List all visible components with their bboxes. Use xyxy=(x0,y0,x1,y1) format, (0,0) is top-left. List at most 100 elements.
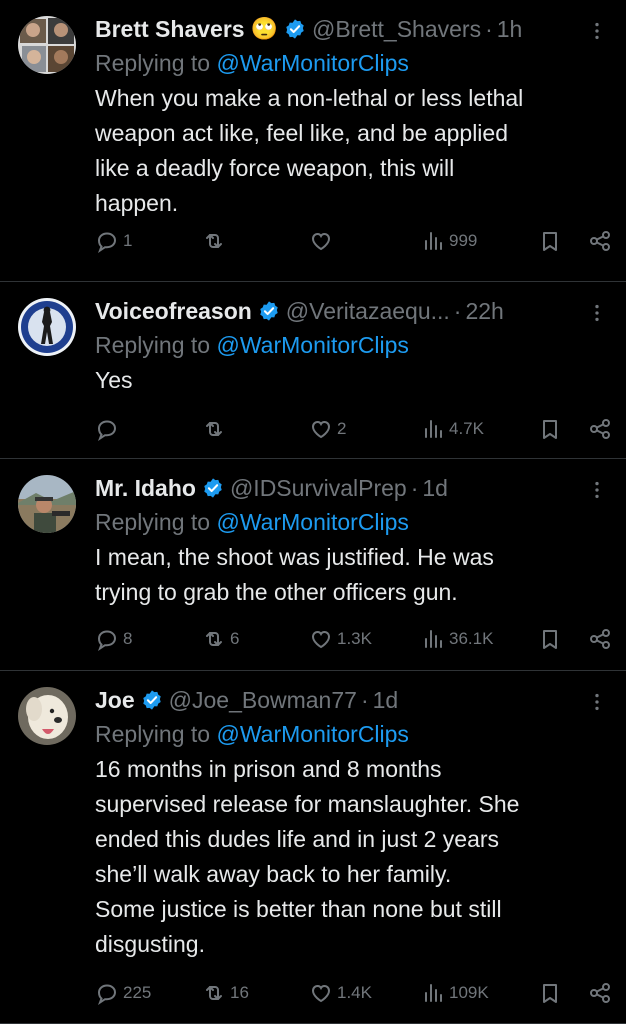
emoji: 🙄 xyxy=(250,16,278,41)
tweet-text: I mean, the shoot was justified. He was … xyxy=(95,544,494,605)
replying-to-label: Replying to xyxy=(95,509,217,535)
like-button[interactable]: 2 xyxy=(309,417,404,441)
bookmark-icon[interactable] xyxy=(538,627,562,651)
separator-dot: · xyxy=(360,686,369,713)
retweet-button[interactable]: 6 xyxy=(202,627,292,651)
display-name[interactable]: Mr. Idaho xyxy=(95,475,196,502)
more-icon[interactable] xyxy=(586,20,608,42)
user-handle[interactable]: @Brett_Shavers xyxy=(312,16,481,43)
reply-button[interactable]: 8 xyxy=(95,627,185,651)
bookmark-icon[interactable] xyxy=(538,229,562,253)
display-name[interactable]: Joe xyxy=(95,687,135,714)
more-icon[interactable] xyxy=(586,302,608,324)
like-count: 1.4K xyxy=(337,983,372,1002)
views-icon xyxy=(421,627,445,651)
avatar[interactable] xyxy=(18,475,76,533)
share-icon[interactable] xyxy=(588,981,612,1005)
reply-button[interactable] xyxy=(95,417,185,441)
views-icon xyxy=(421,229,445,253)
replying-to: Replying to @WarMonitorClips xyxy=(95,505,608,539)
reply-button[interactable]: 225 xyxy=(95,981,185,1005)
tweet-header: Voiceofreason @Veritazaequ... · 22h xyxy=(95,294,608,328)
reply-icon xyxy=(95,627,119,651)
share-icon[interactable] xyxy=(588,229,612,253)
views-count: 36.1K xyxy=(449,629,494,648)
bookmark-icon[interactable] xyxy=(538,417,562,441)
verified-badge-icon xyxy=(258,300,280,322)
like-icon xyxy=(309,417,333,441)
retweet-button[interactable] xyxy=(202,417,292,441)
views-count: 999 xyxy=(449,231,478,250)
display-name[interactable]: Voiceofreason xyxy=(95,298,252,325)
share-icon[interactable] xyxy=(588,417,612,441)
like-icon xyxy=(309,981,333,1005)
more-icon[interactable] xyxy=(586,479,608,501)
replying-to-link[interactable]: @WarMonitorClips xyxy=(216,509,408,535)
like-count: 2 xyxy=(337,419,347,438)
tweet-end-actions xyxy=(538,417,612,441)
views-button[interactable]: 999 xyxy=(421,229,521,253)
like-button[interactable] xyxy=(309,229,404,253)
user-handle[interactable]: @IDSurvivalPrep xyxy=(230,475,407,502)
tweet-header: Brett Shavers 🙄 @Brett_Shavers · 1h xyxy=(95,12,608,46)
reply-count: 8 xyxy=(123,629,133,648)
retweet-icon xyxy=(202,981,226,1005)
retweet-button[interactable] xyxy=(202,229,292,253)
user-handle[interactable]: @Joe_Bowman77 xyxy=(169,687,357,714)
replying-to-link[interactable]: @WarMonitorClips xyxy=(216,50,408,76)
retweet-icon xyxy=(202,417,226,441)
tweet-end-actions xyxy=(538,981,612,1005)
like-button[interactable]: 1.3K xyxy=(309,627,404,651)
reply-count: 1 xyxy=(123,231,133,250)
tweet-header: Mr. Idaho @IDSurvivalPrep · 1d xyxy=(95,471,608,505)
replying-to-link[interactable]: @WarMonitorClips xyxy=(216,721,408,747)
views-icon xyxy=(421,417,445,441)
reply-count: 225 xyxy=(123,983,152,1002)
tweet-header: Joe @Joe_Bowman77 · 1d xyxy=(95,683,608,717)
avatar[interactable] xyxy=(18,16,76,74)
avatar[interactable] xyxy=(18,687,76,745)
tweet-reply[interactable]: Brett Shavers 🙄 @Brett_Shavers · 1h Repl… xyxy=(0,0,626,282)
bookmark-icon[interactable] xyxy=(538,981,562,1005)
tweet-end-actions xyxy=(538,627,612,651)
timestamp[interactable]: 1h xyxy=(497,16,523,43)
tweet-reply[interactable]: Joe @Joe_Bowman77 · 1d Replying to @WarM… xyxy=(0,671,626,1024)
views-button[interactable]: 109K xyxy=(421,981,521,1005)
tweet-content: Joe @Joe_Bowman77 · 1d Replying to @WarM… xyxy=(95,683,608,962)
replying-to-label: Replying to xyxy=(95,332,217,358)
tweet-reply[interactable]: Voiceofreason @Veritazaequ... · 22h Repl… xyxy=(0,282,626,459)
like-button[interactable]: 1.4K xyxy=(309,981,404,1005)
timestamp[interactable]: 1d xyxy=(373,687,399,714)
timestamp[interactable]: 22h xyxy=(465,298,503,325)
replying-to: Replying to @WarMonitorClips xyxy=(95,328,608,362)
tweet-content: Voiceofreason @Veritazaequ... · 22h Repl… xyxy=(95,294,608,398)
reply-button[interactable]: 1 xyxy=(95,229,185,253)
display-name[interactable]: Brett Shavers xyxy=(95,16,245,43)
retweet-count: 16 xyxy=(230,983,249,1002)
verified-badge-icon xyxy=(141,689,163,711)
views-button[interactable]: 4.7K xyxy=(421,417,521,441)
separator-dot: · xyxy=(453,297,462,324)
replying-to-label: Replying to xyxy=(95,50,217,76)
separator-dot: · xyxy=(485,15,493,42)
user-handle[interactable]: @Veritazaequ... xyxy=(286,298,450,325)
like-count: 1.3K xyxy=(337,629,372,648)
retweet-count: 6 xyxy=(230,629,240,648)
more-icon[interactable] xyxy=(586,691,608,713)
timestamp[interactable]: 1d xyxy=(422,475,448,502)
share-icon[interactable] xyxy=(588,627,612,651)
views-count: 109K xyxy=(449,983,489,1002)
tweet-content: Mr. Idaho @IDSurvivalPrep · 1d Replying … xyxy=(95,471,608,610)
views-count: 4.7K xyxy=(449,419,484,438)
tweet-text: Yes xyxy=(95,367,133,393)
replying-to-link[interactable]: @WarMonitorClips xyxy=(216,332,408,358)
replying-to: Replying to @WarMonitorClips xyxy=(95,46,608,80)
like-icon xyxy=(309,627,333,651)
separator-dot: · xyxy=(410,474,419,501)
avatar[interactable] xyxy=(18,298,76,356)
tweet-actions: 8 6 1.3K 36.1K xyxy=(95,624,612,654)
tweet-reply[interactable]: Mr. Idaho @IDSurvivalPrep · 1d Replying … xyxy=(0,459,626,671)
views-button[interactable]: 36.1K xyxy=(421,627,521,651)
tweet-actions: 2 4.7K xyxy=(95,414,612,444)
retweet-button[interactable]: 16 xyxy=(202,981,292,1005)
